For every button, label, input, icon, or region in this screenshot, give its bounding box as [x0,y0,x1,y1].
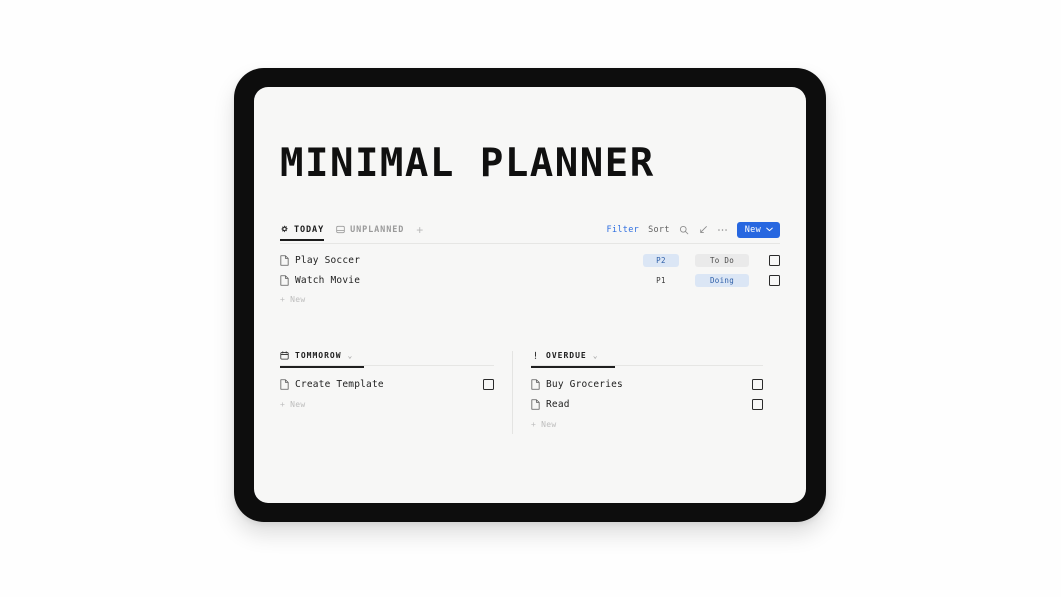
sort-button[interactable]: Sort [648,225,670,235]
section-overdue: OVERDUE ⌄ Buy Groceries Read + New [531,351,763,434]
sparkle-icon [280,225,289,234]
task-meta: P1 Doing [643,273,780,287]
plus-icon: + [531,419,537,429]
tab-unplanned-label: UNPLANNED [350,224,405,235]
tommorow-task-list: Create Template + New [280,375,494,414]
section-title-overdue[interactable]: OVERDUE ⌄ [531,351,763,366]
today-task-list: Play Soccer P2 To Do Watch Movie P1 Doin… [280,250,780,309]
tablet-screen: MINIMAL PLANNER TODAY UNPLANNED + Filter… [254,87,806,503]
section-columns: TOMMOROW ⌄ Create Template + New OVERDUE… [280,351,780,434]
section-header-wrap: OVERDUE ⌄ [531,351,763,368]
table-row[interactable]: Watch Movie P1 Doing [280,270,780,290]
task-name-cell[interactable]: Buy Groceries [531,379,752,390]
window-icon [336,225,345,234]
task-checkbox[interactable] [769,274,780,286]
priority-badge[interactable]: P2 [643,253,679,267]
chevron-down-icon[interactable]: ⌄ [593,351,599,360]
task-name-cell[interactable]: Watch Movie [280,275,643,286]
toolbar-actions: Filter Sort New [607,222,780,242]
add-task-label: New [290,295,306,304]
task-label: Watch Movie [295,274,361,286]
page-icon [280,254,289,266]
calendar-icon [280,351,289,360]
search-icon[interactable] [679,225,689,235]
tab-bar: TODAY UNPLANNED + [280,223,423,242]
tablet-device-frame: MINIMAL PLANNER TODAY UNPLANNED + Filter… [234,68,826,522]
app-content: MINIMAL PLANNER TODAY UNPLANNED + Filter… [254,87,806,503]
task-checkbox[interactable] [769,254,780,266]
toolbar-divider [280,243,780,244]
page-icon [280,274,289,286]
task-checkbox[interactable] [752,379,763,391]
section-underline [280,366,364,368]
status-badge[interactable]: To Do [695,253,749,267]
toolbar: TODAY UNPLANNED + Filter Sort New [280,222,780,244]
ellipsis-icon[interactable] [717,225,728,235]
section-tommorow: TOMMOROW ⌄ Create Template + New [280,351,512,434]
chevron-down-icon [766,225,773,235]
task-label: Buy Groceries [546,379,623,391]
task-name-cell[interactable]: Read [531,399,752,410]
task-name-cell[interactable]: Play Soccer [280,255,643,266]
add-task-label: New [541,419,557,429]
exclamation-icon [531,351,540,360]
add-task-label: New [290,399,306,409]
task-label: Read [546,399,570,411]
task-checkbox[interactable] [483,379,494,391]
priority-badge[interactable]: P1 [643,274,679,287]
filter-button[interactable]: Filter [607,225,640,235]
add-task-button[interactable]: + New [280,290,780,309]
add-task-button[interactable]: + New [531,415,763,434]
arrow-diagonal-icon[interactable] [698,225,708,235]
task-label: Create Template [295,379,384,391]
task-checkbox[interactable] [752,399,763,411]
section-label: OVERDUE [546,351,587,360]
page-title: MINIMAL PLANNER [280,141,655,186]
plus-icon: + [280,295,286,304]
page-icon [531,379,540,390]
section-header-wrap: TOMMOROW ⌄ [280,351,494,368]
task-label: Play Soccer [295,254,361,266]
new-button-label: New [744,225,761,235]
add-task-button[interactable]: + New [280,395,494,414]
section-label: TOMMOROW [295,351,342,360]
table-row[interactable]: Play Soccer P2 To Do [280,250,780,270]
tab-today[interactable]: TODAY [280,224,325,241]
overdue-task-list: Buy Groceries Read + New [531,375,763,434]
section-title-tommorow[interactable]: TOMMOROW ⌄ [280,351,494,366]
plus-icon: + [280,399,286,409]
column-divider [512,351,513,434]
task-name-cell[interactable]: Create Template [280,379,483,390]
tab-unplanned[interactable]: UNPLANNED [336,225,404,241]
add-tab-button[interactable]: + [416,223,423,242]
page-icon [280,379,289,390]
new-button[interactable]: New [736,222,780,238]
canvas: MINIMAL PLANNER TODAY UNPLANNED + Filter… [0,0,1061,597]
chevron-down-icon[interactable]: ⌄ [348,351,354,360]
tab-today-label: TODAY [294,224,325,235]
section-underline [531,366,615,368]
page-icon [531,399,540,410]
status-badge[interactable]: Doing [695,273,749,287]
table-row[interactable]: Create Template [280,375,494,395]
table-row[interactable]: Buy Groceries [531,375,763,395]
table-row[interactable]: Read [531,395,763,415]
task-meta: P2 To Do [643,253,780,267]
